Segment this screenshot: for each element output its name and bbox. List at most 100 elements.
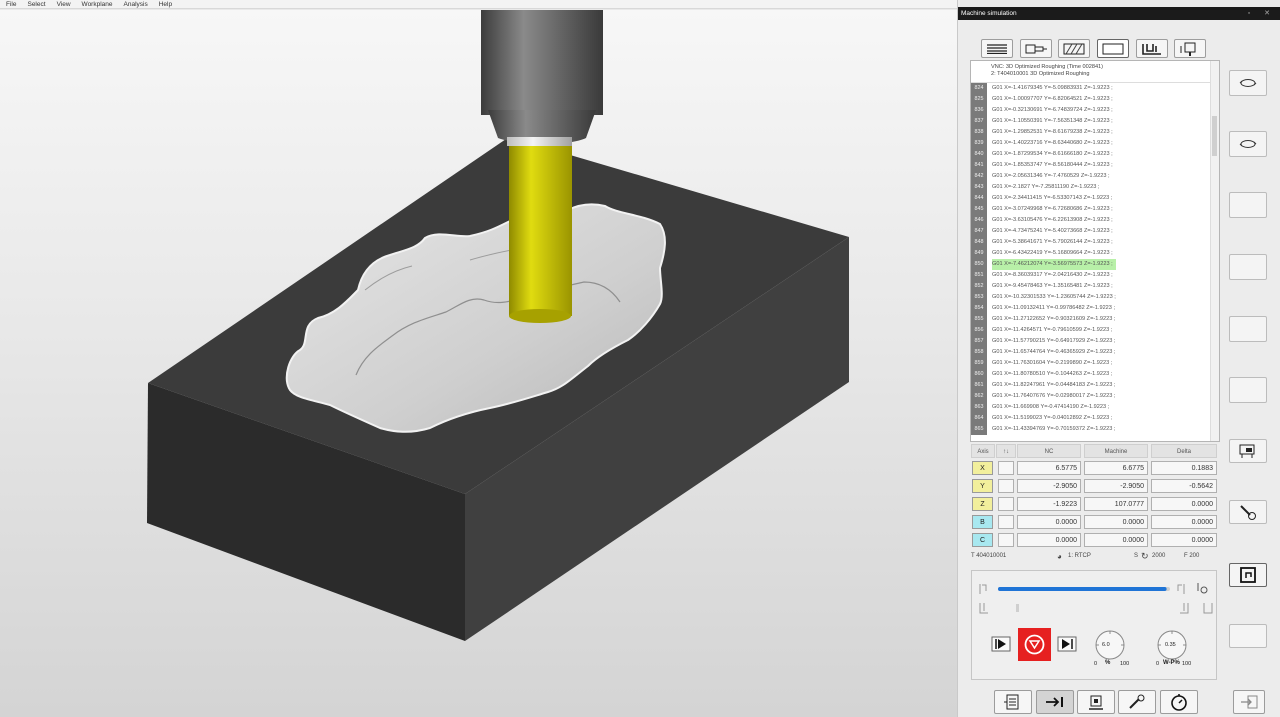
axis-machine-value: -2.9050 [1084,479,1148,493]
side-button-12[interactable] [1229,624,1267,648]
axis-delta-value: 0.0000 [1151,515,1217,529]
menu-analysis[interactable]: Analysis [124,0,148,9]
nc-line[interactable]: 825 G01 X=-1.00097707 Y=-6.82064521 Z=-1.… [971,94,1219,105]
3d-viewport[interactable] [0,10,957,717]
nc-line[interactable]: 840 G01 X=-1.87299534 Y=-8.61666180 Z=-1.… [971,149,1219,160]
axis-lock-checkbox[interactable] [998,479,1014,493]
nc-line[interactable]: 851 G01 X=-8.36039317 Y=-2.04216430 Z=-1.… [971,270,1219,281]
nc-line-text: G01 X=-11.65744764 Y=-0.46365929 Z=-1.92… [992,349,1116,355]
spindle-icon [1025,44,1047,53]
nc-line[interactable]: 839 G01 X=-1.40223716 Y=-8.63440680 Z=-1.… [971,138,1219,149]
nc-line[interactable]: 859 G01 X=-11.76301604 Y=-0.2199890 Z=-1.… [971,358,1219,369]
loop-icon [1240,567,1256,583]
axis-lock-checkbox[interactable] [998,497,1014,511]
nc-line-text: G01 X=-4.73475241 Y=-5.40273668 Z=-1.922… [992,228,1113,234]
nc-line[interactable]: 864 G01 X=-11.5199023 Y=-0.04012892 Z=-1.… [971,413,1219,424]
nc-line-number: 863 [971,402,987,413]
axis-nc-value: 6.5775 [1017,461,1081,475]
nc-line-number: 844 [971,193,987,204]
side-button-tool-settings[interactable] [1229,500,1267,524]
nc-line[interactable]: 841 G01 X=-1.85353747 Y=-8.56180444 Z=-1.… [971,160,1219,171]
menu-workplane[interactable]: Workplane [82,0,113,9]
nc-line[interactable]: 844 G01 X=-2.34411415 Y=-6.53307143 Z=-1.… [971,193,1219,204]
nc-line[interactable]: 857 G01 X=-11.57790215 Y=-0.64917929 Z=-1… [971,336,1219,347]
menu-file[interactable]: File [6,0,16,9]
nc-line-number: 845 [971,204,987,215]
side-button-rotate-1[interactable] [1229,70,1267,96]
nc-line-number: 857 [971,336,987,347]
nc-line[interactable]: 837 G01 X=-1.10550391 Y=-7.56351348 Z=-1.… [971,116,1219,127]
nc-line[interactable]: 838 G01 X=-1.29852531 Y=-8.61679238 Z=-1.… [971,127,1219,138]
axis-sort-button[interactable]: ↑↓ [996,444,1016,458]
nc-line-number: 847 [971,226,987,237]
axis-delta-value: 0.1883 [1151,461,1217,475]
nc-line[interactable]: 865 G01 X=-11.43394769 Y=-0.70159372 Z=-1… [971,424,1219,435]
machine-view-button[interactable] [1136,39,1168,58]
nc-line[interactable]: 849 G01 X=-6.43422419 Y=-5.16809664 Z=-1.… [971,248,1219,259]
nc-line[interactable]: 846 G01 X=-3.63105476 Y=-6.22613908 Z=-1.… [971,215,1219,226]
nc-line[interactable]: 854 G01 X=-11.09132411 Y=-0.99786482 Z=-1… [971,303,1219,314]
nc-line[interactable]: 861 G01 X=-11.82247961 Y=-0.04484183 Z=-1… [971,380,1219,391]
side-button-loop[interactable] [1229,563,1267,587]
axis-lock-checkbox[interactable] [998,461,1014,475]
bottom-button-nc-program[interactable] [994,690,1032,714]
nc-line[interactable]: 843 G01 X=-2.1827 Y=-7.25811190 Z=-1.9223… [971,182,1219,193]
nc-line[interactable]: 852 G01 X=-9.45478463 Y=-1.35165481 Z=-1.… [971,281,1219,292]
nc-line[interactable]: 853 G01 X=-10.32301533 Y=-1.23605744 Z=-1… [971,292,1219,303]
axis-lock-checkbox[interactable] [998,533,1014,547]
nc-line[interactable]: 847 G01 X=-4.73475241 Y=-5.40273668 Z=-1.… [971,226,1219,237]
nc-line[interactable]: 836 G01 X=-0.32130691 Y=-6.74839724 Z=-1.… [971,105,1219,116]
stock-view-button[interactable] [1058,39,1090,58]
nc-line[interactable]: 858 G01 X=-11.65744764 Y=-0.46365929 Z=-1… [971,347,1219,358]
hatch-icon [1063,43,1085,54]
nc-line-number: 850 [971,259,987,270]
nc-scrollbar[interactable] [1210,61,1219,441]
nc-code-list[interactable]: VNC: 3D Optimized Roughing (Time 002841)… [970,60,1220,442]
nc-line-text: G01 X=-2.1827 Y=-7.25811190 Z=-1.9223 ; [992,184,1100,190]
nc-line[interactable]: 850 G01 X=-7.46212074 Y=-3.56975573 Z=-1.… [971,259,1219,270]
list-view-button[interactable] [981,39,1013,58]
nc-line[interactable]: 860 G01 X=-11.80780510 Y=-0.1044263 Z=-1.… [971,369,1219,380]
nc-line[interactable]: 824 G01 X=-1.41679345 Y=-5.09883931 Z=-1.… [971,83,1219,94]
nc-line[interactable]: 855 G01 X=-11.27122652 Y=-0.90321609 Z=-1… [971,314,1219,325]
bottom-button-run-to[interactable] [1036,690,1074,714]
nc-line[interactable]: 848 G01 X=-5.38641671 Y=-5.79026144 Z=-1.… [971,237,1219,248]
menu-help[interactable]: Help [159,0,172,9]
nc-line[interactable]: 845 G01 X=-3.07249968 Y=-6.72680686 Z=-1.… [971,204,1219,215]
axis-delta-value: 0.0000 [1151,497,1217,511]
bottom-button-export[interactable] [1233,690,1265,714]
menu-view[interactable]: View [57,0,71,9]
speed-dial-value: 6.0 [1102,642,1110,648]
bottom-button-timer[interactable] [1160,690,1198,714]
progress-fill [998,587,1167,591]
nc-scroll-thumb[interactable] [1212,116,1217,156]
side-button-rotate-2[interactable] [1229,131,1267,157]
export-icon [1241,695,1258,709]
nc-line-text: G01 X=-1.29852531 Y=-8.61679238 Z=-1.922… [992,129,1113,135]
nc-line[interactable]: 862 G01 X=-11.76407676 Y=-0.02980017 Z=-1… [971,391,1219,402]
nc-line[interactable]: 856 G01 X=-11.4264571 Y=-0.79610599 Z=-1.… [971,325,1219,336]
side-button-5[interactable] [1229,316,1267,342]
axis-machine-value: 107.0777 [1084,497,1148,511]
side-button-4[interactable] [1229,254,1267,280]
bottom-button-tool[interactable] [1118,690,1156,714]
bottom-button-machine[interactable] [1077,690,1115,714]
axis-nc-value: 0.0000 [1017,533,1081,547]
speed-min: 0 [1094,661,1098,667]
wp-min: 0 [1156,661,1160,667]
nc-line[interactable]: 863 G01 X=-11.669908 Y=-0.47414190 Z=-1.9… [971,402,1219,413]
menu-select[interactable]: Select [27,0,45,9]
spindle-label: S [1134,553,1139,559]
blank-view-button[interactable] [1097,39,1129,58]
speed-max: 100 [1120,661,1130,667]
machine-header: Machine [1084,444,1148,458]
side-button-6[interactable] [1229,377,1267,403]
axis-lock-checkbox[interactable] [998,515,1014,529]
nc-line[interactable]: 842 G01 X=-2.05631346 Y=-7.4760529 Z=-1.9… [971,171,1219,182]
side-button-3[interactable] [1229,192,1267,218]
side-button-machine-config[interactable] [1229,439,1267,463]
window-buttons[interactable]: ▫ ✕ [1248,7,1276,20]
tool-holder-view-button[interactable] [1174,39,1206,58]
nc-line-text: G01 X=-11.4264571 Y=-0.79610599 Z=-1.922… [992,327,1113,333]
spindle-view-button[interactable] [1020,39,1052,58]
